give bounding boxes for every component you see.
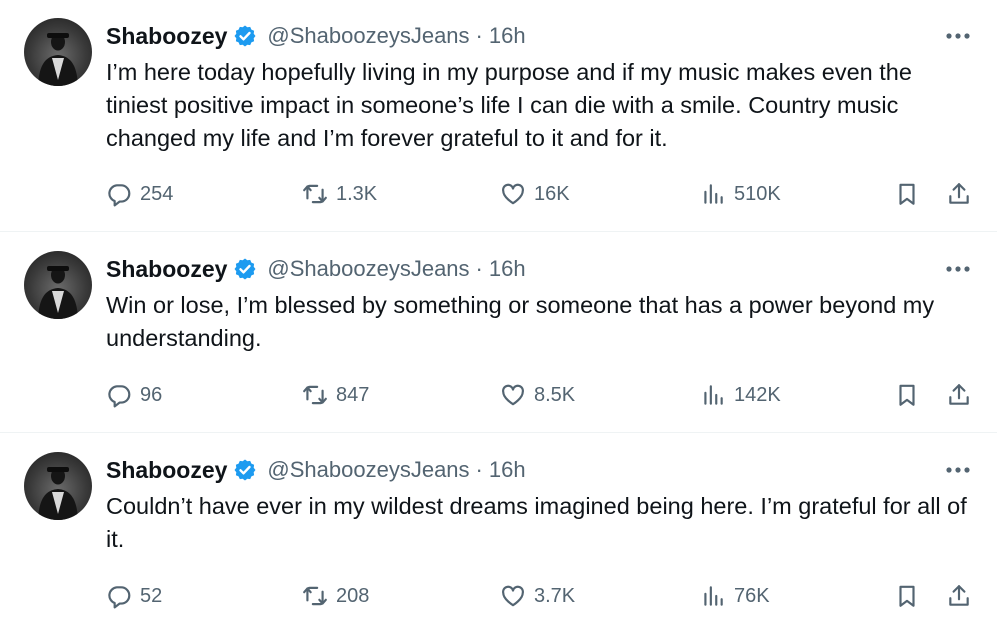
- author-name[interactable]: Shaboozey: [106, 23, 227, 50]
- repost-count: 847: [336, 383, 370, 406]
- tweet[interactable]: Shaboozey @ShaboozeysJeans · 16h Win or …: [0, 233, 997, 433]
- tweet-actions: 52 208 3.7K 76K: [106, 579, 979, 613]
- reply-count: 254: [140, 182, 174, 205]
- reply-button[interactable]: 52: [106, 579, 162, 613]
- timestamp[interactable]: 16h: [489, 256, 526, 282]
- tweet-text: Couldn’t have ever in my wildest dreams …: [106, 493, 967, 552]
- author-name[interactable]: Shaboozey: [106, 457, 227, 484]
- timestamp[interactable]: 16h: [489, 457, 526, 483]
- bookmark-button[interactable]: [894, 579, 920, 613]
- author-handle[interactable]: @ShaboozeysJeans: [267, 256, 469, 282]
- views-button[interactable]: 76K: [700, 579, 770, 613]
- avatar-image: [38, 467, 78, 520]
- repost-icon: [303, 184, 327, 204]
- bookmark-icon: [899, 585, 915, 607]
- separator-dot: ·: [475, 457, 483, 482]
- avatar[interactable]: [24, 18, 92, 86]
- share-icon: [949, 585, 969, 606]
- author-handle[interactable]: @ShaboozeysJeans: [267, 457, 469, 483]
- timestamp[interactable]: 16h: [489, 23, 526, 49]
- more-icon[interactable]: [943, 456, 973, 484]
- tweet-actions: 254 1.3K 16K 510K: [106, 177, 979, 211]
- views-count: 142K: [734, 383, 781, 406]
- like-icon: [502, 183, 524, 205]
- like-count: 8.5K: [534, 383, 576, 406]
- author-name[interactable]: Shaboozey: [106, 256, 227, 283]
- bookmark-button[interactable]: [894, 177, 920, 211]
- more-icon[interactable]: [943, 255, 973, 283]
- verified-badge-icon: [234, 459, 256, 481]
- reply-icon: [108, 586, 131, 609]
- tweet-header: Shaboozey @ShaboozeysJeans · 16h: [106, 20, 526, 52]
- views-count: 76K: [734, 584, 770, 607]
- tweet-text: I’m here today hopefully living in my pu…: [106, 59, 912, 151]
- views-button[interactable]: 510K: [700, 177, 781, 211]
- repost-icon: [303, 385, 327, 405]
- tweet-header: Shaboozey @ShaboozeysJeans · 16h: [106, 253, 526, 285]
- repost-icon: [303, 586, 327, 606]
- tweet[interactable]: Shaboozey @ShaboozeysJeans · 16h I’m her…: [0, 0, 997, 232]
- verified-badge-icon: [234, 258, 256, 280]
- share-button[interactable]: [946, 378, 972, 412]
- repost-button[interactable]: 847: [302, 378, 369, 412]
- tweet[interactable]: Shaboozey @ShaboozeysJeans · 16h Couldn’…: [0, 434, 997, 628]
- avatar[interactable]: [24, 251, 92, 319]
- views-count: 510K: [734, 182, 781, 205]
- views-button[interactable]: 142K: [700, 378, 781, 412]
- like-button[interactable]: 16K: [500, 177, 570, 211]
- like-count: 16K: [534, 182, 570, 205]
- bookmark-icon: [899, 183, 915, 205]
- avatar[interactable]: [24, 452, 92, 520]
- like-button[interactable]: 3.7K: [500, 579, 575, 613]
- reply-count: 52: [140, 584, 163, 607]
- like-count: 3.7K: [534, 584, 576, 607]
- repost-button[interactable]: 208: [302, 579, 369, 613]
- reply-button[interactable]: 96: [106, 378, 162, 412]
- timeline: Shaboozey @ShaboozeysJeans · 16h I’m her…: [0, 0, 997, 628]
- tweet-text: Win or lose, I’m blessed by something or…: [106, 292, 935, 351]
- repost-count: 1.3K: [336, 182, 378, 205]
- like-icon: [502, 585, 524, 607]
- more-icon[interactable]: [943, 22, 973, 50]
- views-icon: [704, 586, 723, 606]
- reply-count: 96: [140, 383, 163, 406]
- separator-dot: ·: [475, 256, 483, 281]
- views-icon: [704, 385, 723, 405]
- reply-icon: [108, 385, 131, 408]
- reply-icon: [108, 184, 131, 207]
- repost-button[interactable]: 1.3K: [302, 177, 377, 211]
- bookmark-icon: [899, 384, 915, 406]
- tweet-header: Shaboozey @ShaboozeysJeans · 16h: [106, 454, 526, 486]
- author-handle[interactable]: @ShaboozeysJeans: [267, 23, 469, 49]
- avatar-image: [38, 266, 78, 319]
- like-button[interactable]: 8.5K: [500, 378, 575, 412]
- reply-button[interactable]: 254: [106, 177, 173, 211]
- views-icon: [704, 184, 723, 204]
- verified-badge-icon: [234, 25, 256, 47]
- share-icon: [949, 183, 969, 204]
- separator-dot: ·: [475, 23, 483, 48]
- like-icon: [502, 384, 524, 406]
- avatar-image: [38, 33, 78, 86]
- repost-count: 208: [336, 584, 370, 607]
- share-icon: [949, 384, 969, 405]
- tweet-actions: 96 847 8.5K 142K: [106, 378, 979, 412]
- share-button[interactable]: [946, 579, 972, 613]
- share-button[interactable]: [946, 177, 972, 211]
- bookmark-button[interactable]: [894, 378, 920, 412]
